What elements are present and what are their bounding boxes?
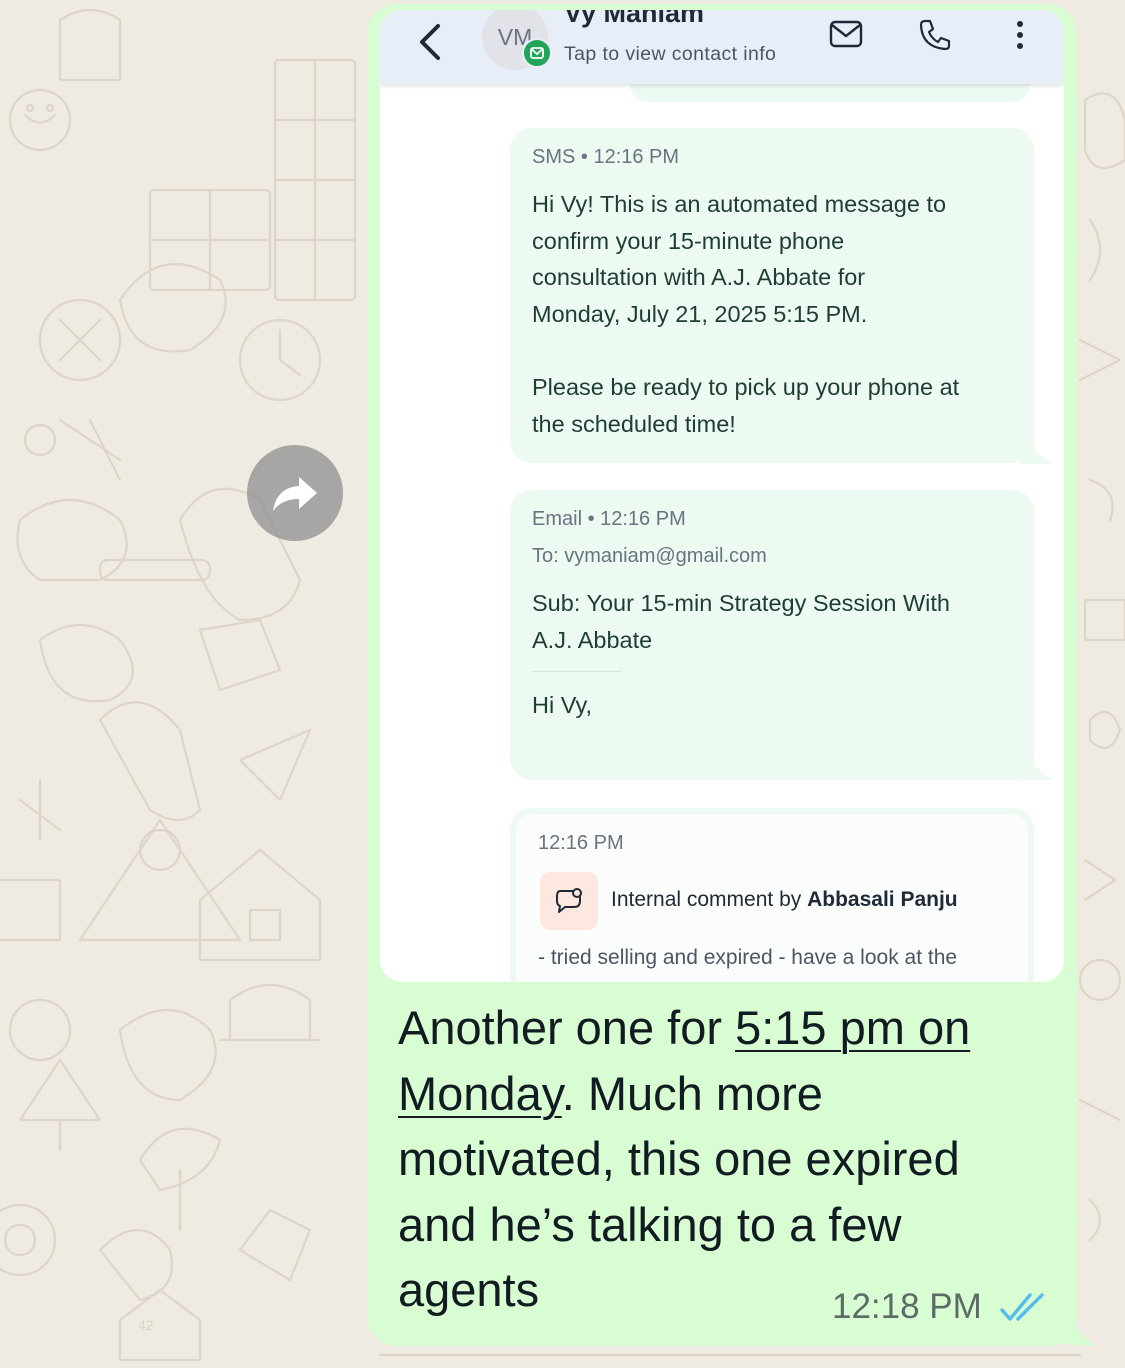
sms-paragraph-1: Hi Vy! This is an automated message to c…	[532, 186, 946, 332]
email-subject: Sub: Your 15-min Strategy Session With A…	[532, 585, 950, 658]
svg-text:42: 42	[138, 1317, 154, 1333]
email-channel-badge	[522, 38, 552, 68]
email-card-tail	[1020, 756, 1054, 780]
message-prefix: Another one for	[398, 1001, 736, 1054]
comment-icon-badge	[540, 872, 598, 930]
text-line: consultation with A.J. Abbate for	[532, 264, 866, 291]
comment-label-prefix: Internal comment by	[611, 888, 808, 911]
comment-label: Internal comment by Abbasali Panju	[611, 888, 958, 912]
sms-paragraph-2: Please be ready to pick up your phone at…	[532, 369, 959, 442]
email-greeting: Hi Vy,	[532, 692, 593, 718]
divider	[532, 671, 622, 672]
forward-button[interactable]	[247, 445, 343, 541]
contact-info-link[interactable]: Tap to view contact info	[564, 43, 776, 66]
sms-card-tail	[1020, 440, 1054, 464]
text-line: the scheduled time!	[532, 410, 736, 437]
sms-meta: SMS • 12:16 PM	[532, 146, 680, 168]
mail-icon[interactable]	[829, 19, 863, 49]
contact-name[interactable]: Vy Maniam	[564, 10, 704, 29]
text-line: A.J. Abbate	[532, 626, 653, 653]
email-recipient: To: vymaniam@gmail.com	[532, 545, 767, 567]
more-vertical-icon[interactable]	[1010, 18, 1030, 52]
text-line: Sub: Your 15-min Strategy Session With	[532, 590, 950, 616]
contact-header: VM Vy Maniam Tap to view contact info	[380, 10, 1064, 84]
comment-author[interactable]: Abbasali Panju	[807, 888, 958, 911]
bubble-tail	[1060, 1300, 1096, 1346]
comment-time: 12:16 PM	[538, 832, 624, 854]
message-timestamp: 12:18 PM	[832, 1287, 982, 1326]
message-text: Another one for 5:15 pm on Monday. Much …	[398, 995, 1038, 1323]
comment-icon	[556, 888, 582, 913]
text-line: Please be ready to pick up your phone at	[532, 374, 960, 400]
embedded-screenshot[interactable]: VM Vy Maniam Tap to view contact info SM…	[380, 10, 1064, 982]
text-line: Monday, July 21, 2025 5:15 PM.	[532, 300, 868, 327]
text-line: Hi Vy! This is an automated message to	[532, 191, 947, 217]
email-meta: Email • 12:16 PM	[532, 508, 686, 530]
forward-icon	[273, 477, 317, 511]
envelope-icon	[530, 47, 544, 59]
phone-icon[interactable]	[918, 18, 952, 52]
internal-comment-card: 12:16 PM Internal comment by Abbasali Pa…	[510, 808, 1034, 982]
chevron-left-icon[interactable]	[412, 20, 448, 64]
double-check-icon	[1000, 1293, 1044, 1321]
text-line: confirm your 15-minute phone	[532, 227, 845, 254]
comment-preview: - tried selling and expired - have a loo…	[538, 946, 958, 969]
